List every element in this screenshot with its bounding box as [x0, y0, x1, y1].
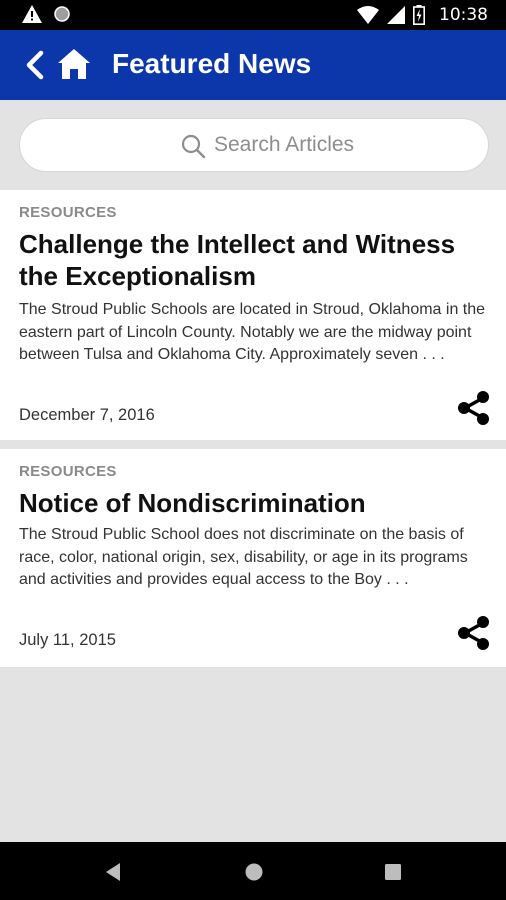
system-nav-bar	[0, 842, 506, 900]
back-arrow-icon[interactable]	[22, 49, 48, 81]
home-icon[interactable]	[56, 46, 92, 82]
search-icon	[181, 134, 206, 159]
share-icon[interactable]	[457, 390, 491, 426]
article-excerpt: The Stroud Public Schools are located in…	[19, 301, 486, 363]
article-category: RESOURCES	[19, 204, 117, 221]
wifi-icon	[357, 6, 379, 24]
status-bar: 10:38	[0, 0, 506, 30]
battery-icon	[413, 5, 425, 25]
circle-icon	[54, 6, 70, 22]
search-area	[0, 100, 506, 190]
search-box[interactable]	[19, 118, 489, 172]
signal-icon	[387, 6, 405, 24]
article-date: December 7, 2016	[19, 406, 155, 424]
share-icon[interactable]	[457, 615, 491, 651]
article-card[interactable]: RESOURCES Notice of Nondiscrimination Th…	[0, 449, 506, 667]
search-input[interactable]	[214, 129, 464, 161]
nav-recents-icon[interactable]	[384, 863, 402, 881]
page-title: Featured News	[112, 48, 312, 79]
status-time: 10:38	[439, 5, 488, 25]
nav-back-icon[interactable]	[104, 862, 122, 882]
warning-icon	[22, 5, 42, 23]
article-excerpt: The Stroud Public School does not discri…	[19, 526, 468, 588]
article-title[interactable]: Challenge the Intellect and Witness the …	[19, 228, 499, 292]
nav-home-icon[interactable]	[244, 862, 264, 882]
article-card[interactable]: RESOURCES Challenge the Intellect and Wi…	[0, 190, 506, 440]
article-date: July 11, 2015	[19, 631, 116, 649]
article-title[interactable]: Notice of Nondiscrimination	[19, 487, 499, 519]
app-bar: Featured News	[0, 30, 506, 100]
article-category: RESOURCES	[19, 463, 117, 480]
